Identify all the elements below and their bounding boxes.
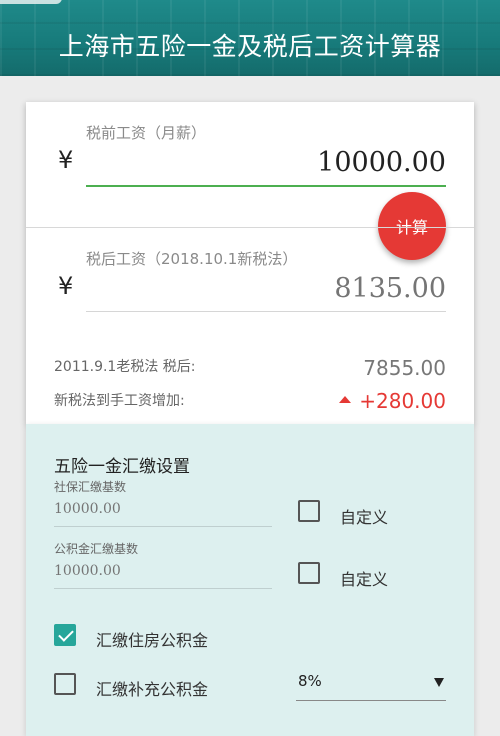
- fund-base-custom-checkbox[interactable]: [298, 562, 320, 584]
- pre-tax-input[interactable]: [86, 142, 446, 182]
- page-title: 上海市五险一金及税后工资计算器: [58, 32, 442, 61]
- supplementary-fund-label: 汇缴补充公积金: [96, 680, 209, 699]
- fund-base-custom-label: 自定义: [340, 570, 389, 589]
- settings-title: 五险一金汇缴设置: [54, 457, 190, 477]
- post-tax-output[interactable]: [86, 268, 446, 308]
- status-bar-fragment: [0, 0, 62, 4]
- social-base-custom-checkbox[interactable]: [298, 500, 320, 522]
- social-base-underline: [54, 526, 272, 527]
- post-tax-currency: ¥: [58, 272, 74, 300]
- increase-label: 新税法到手工资增加:: [54, 393, 185, 409]
- social-base-custom-label: 自定义: [340, 508, 389, 527]
- dropdown-arrow-icon[interactable]: [434, 678, 444, 687]
- calculate-button[interactable]: 计算: [378, 192, 446, 260]
- social-base-label: 社保汇缴基数: [54, 480, 127, 494]
- salary-card: 税前工资（月薪） ¥ 计算 税后工资（2018.10.1新税法） ¥ 2011.…: [26, 102, 474, 424]
- pre-tax-currency: ¥: [58, 146, 74, 174]
- app-header: 上海市五险一金及税后工资计算器: [0, 0, 500, 76]
- post-tax-label: 税后工资（2018.10.1新税法）: [86, 250, 298, 268]
- settings-panel: 五险一金汇缴设置 社保汇缴基数 自定义 公积金汇缴基数 自定义 汇缴住房公积金 …: [26, 424, 474, 736]
- pre-tax-label: 税前工资（月薪）: [86, 124, 207, 142]
- fund-base-underline: [54, 588, 272, 589]
- fund-base-input[interactable]: [54, 560, 272, 582]
- housing-fund-label: 汇缴住房公积金: [96, 631, 209, 650]
- supplementary-fund-checkbox[interactable]: [54, 673, 76, 695]
- increase-value: +280.00: [339, 389, 446, 413]
- increase-amount: +280.00: [359, 389, 446, 413]
- fund-base-label: 公积金汇缴基数: [54, 542, 139, 556]
- housing-fund-checkbox[interactable]: [54, 624, 76, 646]
- pre-tax-underline: [86, 185, 446, 187]
- fund-rate-underline: [296, 700, 446, 701]
- old-law-value: 7855.00: [363, 356, 446, 380]
- fund-rate-select[interactable]: 8%: [298, 672, 322, 690]
- card-divider: [26, 227, 474, 228]
- up-arrow-icon: [339, 396, 352, 403]
- old-law-label: 2011.9.1老税法 税后:: [54, 359, 196, 375]
- post-tax-underline: [86, 311, 446, 312]
- social-base-input[interactable]: [54, 498, 272, 520]
